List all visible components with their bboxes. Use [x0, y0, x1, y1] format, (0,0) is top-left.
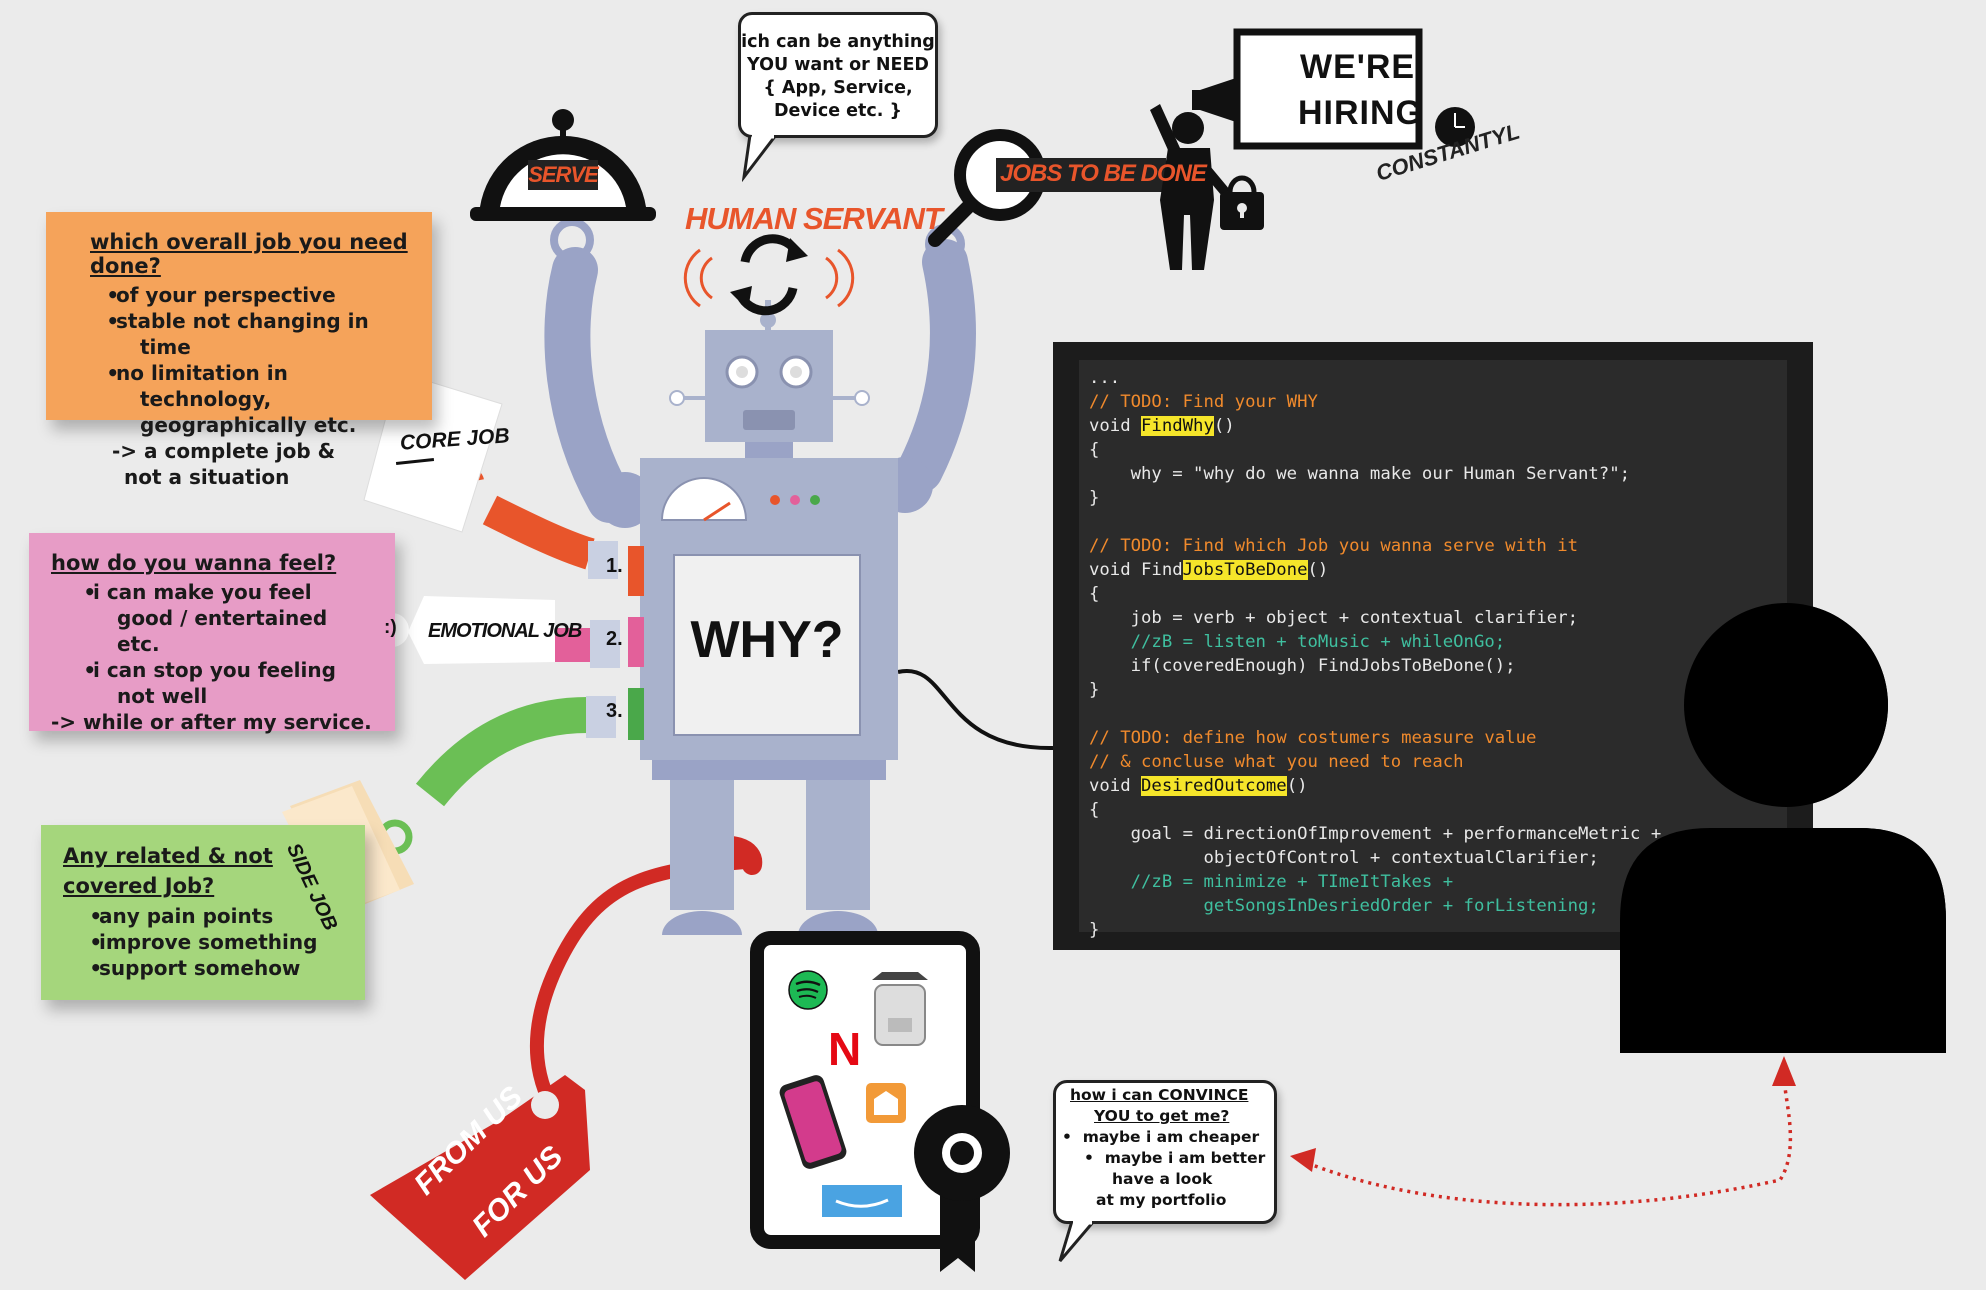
side-job-hose [415, 697, 589, 807]
note-footer: -> while or after my service. [51, 710, 372, 734]
list-item: i can stop you feeling not well [93, 657, 373, 709]
refresh-icon [683, 234, 855, 316]
port-number-3: 3. [606, 700, 623, 722]
code-line: why = "why do we wanna make our Human Se… [1089, 464, 1631, 484]
bubble-item: • maybe i am better [1084, 1149, 1266, 1167]
code-token: void Find [1089, 560, 1183, 580]
port-core [628, 546, 644, 596]
robot-left-leg [670, 780, 734, 910]
robot-right-arm [897, 239, 976, 493]
code-highlight: JobsToBeDone [1182, 560, 1308, 580]
bubble-title: how i can CONVINCE [1070, 1086, 1249, 1104]
note-list: any pain points improve something suppor… [63, 903, 343, 981]
amazon-icon [822, 1185, 902, 1217]
robot-mouth [743, 410, 795, 430]
code-line: ... [1089, 368, 1121, 388]
code-line-empty [1089, 510, 1777, 534]
note-list: of your perspective stable not changing … [70, 282, 410, 438]
speech-bubble-anything: ich can be anything YOU want or NEED { A… [738, 12, 938, 138]
bubble-line: at my portfolio [1096, 1191, 1227, 1209]
code-line: } [1089, 488, 1100, 508]
list-item: i can make you feel good / entertained e… [93, 579, 373, 657]
bubble-tail [1058, 1221, 1096, 1262]
core-job-hose [482, 495, 595, 570]
bubble-line: Device etc. } [774, 101, 902, 121]
speech-bubble-convince: how i can CONVINCE YOU to get me? • mayb… [1053, 1080, 1277, 1224]
user-silhouette-front [1620, 603, 1946, 1053]
bubble-item-text: maybe i am better [1104, 1149, 1266, 1167]
jobs-to-be-done-label: JOBS TO BE DONE [1000, 160, 1207, 187]
bubble-line: have a look [1112, 1170, 1213, 1188]
list-item: of your perspective [116, 282, 410, 308]
code-line: void FindWhy() [1089, 414, 1777, 438]
code-line: void FindJobsToBeDone() [1089, 558, 1777, 582]
spotify-icon [788, 970, 828, 1010]
bubble-line: YOU want or NEED [747, 55, 929, 75]
code-comment: // TODO: Find which Job you wanna serve … [1089, 536, 1578, 556]
hiring-line-2: HIRING [1298, 94, 1423, 132]
convince-arrow [1299, 1084, 1793, 1207]
code-token: () [1213, 416, 1235, 436]
code-token: void [1089, 776, 1142, 796]
port-side [628, 688, 644, 740]
list-item: no limitation in technology, geographica… [116, 360, 410, 438]
port-emotional [628, 617, 644, 667]
bubble-title: YOU to get me? [1094, 1107, 1230, 1125]
note-footer: -> a complete job & [112, 439, 336, 463]
food-delivery-icon [866, 1083, 906, 1123]
port-number-2: 2. [606, 628, 623, 650]
list-item: improve something [99, 929, 343, 955]
smiley-label: :) [384, 617, 397, 638]
bubble-item: • maybe i am cheaper [1062, 1128, 1260, 1146]
list-item: stable not changing in time [116, 308, 410, 360]
note-feel: how do you wanna feel? i can make you fe… [29, 533, 395, 734]
note-overall-job: which overall job you need done? of your… [46, 212, 432, 489]
serve-label: SERVE [528, 162, 599, 187]
code-highlight: DesiredOutcome [1141, 776, 1287, 796]
code-line: { [1089, 440, 1100, 460]
code-highlight: FindWhy [1141, 416, 1214, 436]
code-token: void [1089, 416, 1142, 436]
code-token: () [1286, 776, 1308, 796]
code-comment: // TODO: Find your WHY [1089, 392, 1318, 412]
human-servant-title: HUMAN SERVANT [685, 201, 943, 236]
port-number-1: 1. [606, 555, 623, 577]
bubble-tail [742, 135, 778, 183]
arrow-head-left [1290, 1148, 1316, 1172]
note-title: how do you wanna feel? [51, 551, 337, 575]
bubble-line: ich can be anything [741, 32, 935, 52]
robot-left-arm [544, 247, 633, 523]
note-footer: not a situation [124, 465, 290, 489]
emotional-job-label: EMOTIONAL JOB [428, 620, 582, 642]
code-token: () [1307, 560, 1329, 580]
note-title: which overall job you need done? [90, 230, 408, 278]
robot-right-leg [806, 780, 870, 910]
list-item: support somehow [99, 955, 343, 981]
hiring-line-1: WE'RE [1300, 48, 1416, 86]
bubble-line: { App, Service, [763, 78, 913, 98]
bubble-item-text: maybe i am cheaper [1082, 1128, 1260, 1146]
robot-cable [897, 668, 1054, 751]
note-list: i can make you feel good / entertained e… [51, 579, 373, 709]
netflix-icon: N [828, 1023, 862, 1075]
why-label: WHY? [690, 611, 844, 669]
